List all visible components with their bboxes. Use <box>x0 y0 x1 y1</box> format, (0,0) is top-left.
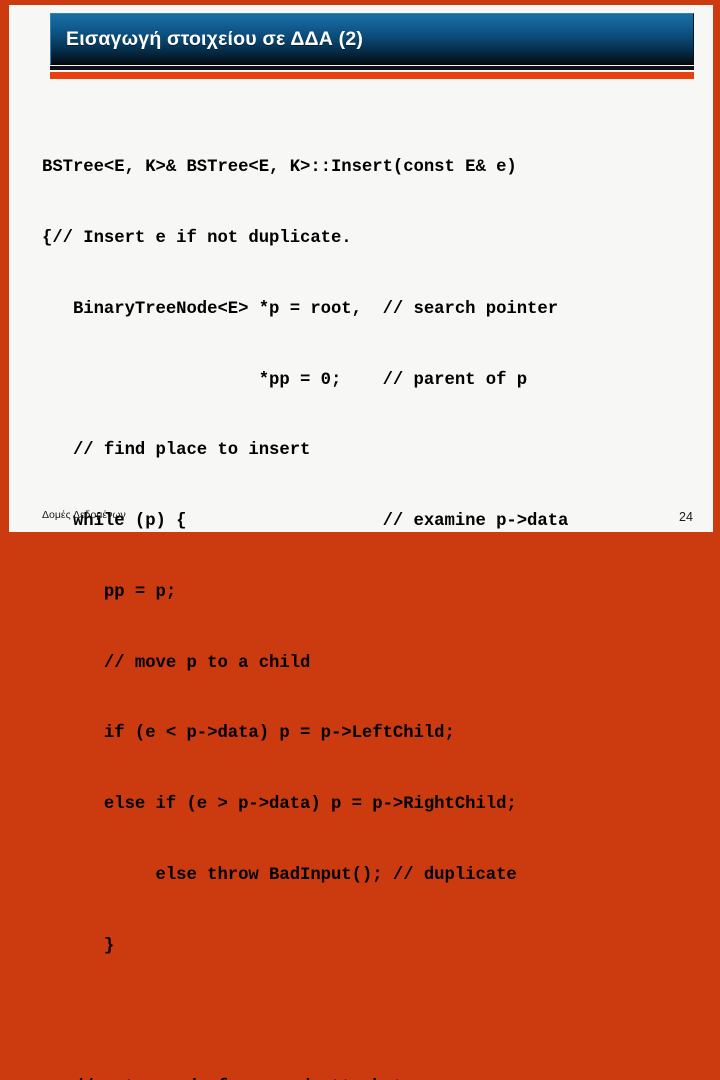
page-title: Εισαγωγή στοιχείου σε ΔΔΑ (2) <box>66 27 364 50</box>
code-line: else throw BadInput(); // duplicate <box>42 866 517 885</box>
title-underline-orange <box>50 72 694 79</box>
code-line: while (p) { // examine p->data <box>42 512 569 532</box>
slide-frame: Εισαγωγή στοιχείου σε ΔΔΑ (2) BSTree<E, … <box>0 0 720 1080</box>
code-line: BSTree<E, K>& BSTree<E, K>::Insert(const… <box>42 158 517 178</box>
code-line: // move p to a child <box>42 653 311 673</box>
title-underline-dark <box>50 66 694 70</box>
code-line: if (e < p->data) p = p->LeftChild; <box>42 724 455 744</box>
slide-title-bar: Εισαγωγή στοιχείου σε ΔΔΑ (2) <box>50 13 694 65</box>
code-line: else if (e > p->data) p = p->RightChild; <box>42 795 517 815</box>
code-line: pp = p; <box>42 582 177 602</box>
code-line: } <box>42 936 115 956</box>
footer-course-label: Δομές Δεδομένων <box>42 509 126 521</box>
footer-page-number: 24 <box>679 510 693 524</box>
code-trailing-comment: // get a node for e and attach to pp <box>42 1076 702 1080</box>
code-line: {// Insert e if not duplicate. <box>42 228 352 248</box>
code-block: BSTree<E, K>& BSTree<E, K>::Insert(const… <box>42 109 702 1080</box>
title-bar-background: Εισαγωγή στοιχείου σε ΔΔΑ (2) <box>50 13 694 65</box>
slide-page: Εισαγωγή στοιχείου σε ΔΔΑ (2) BSTree<E, … <box>9 5 713 1080</box>
code-line: BinaryTreeNode<E> *p = root, // search p… <box>42 299 559 319</box>
code-line: *pp = 0; // parent of p <box>42 370 528 390</box>
code-line: // find place to insert <box>42 441 311 461</box>
